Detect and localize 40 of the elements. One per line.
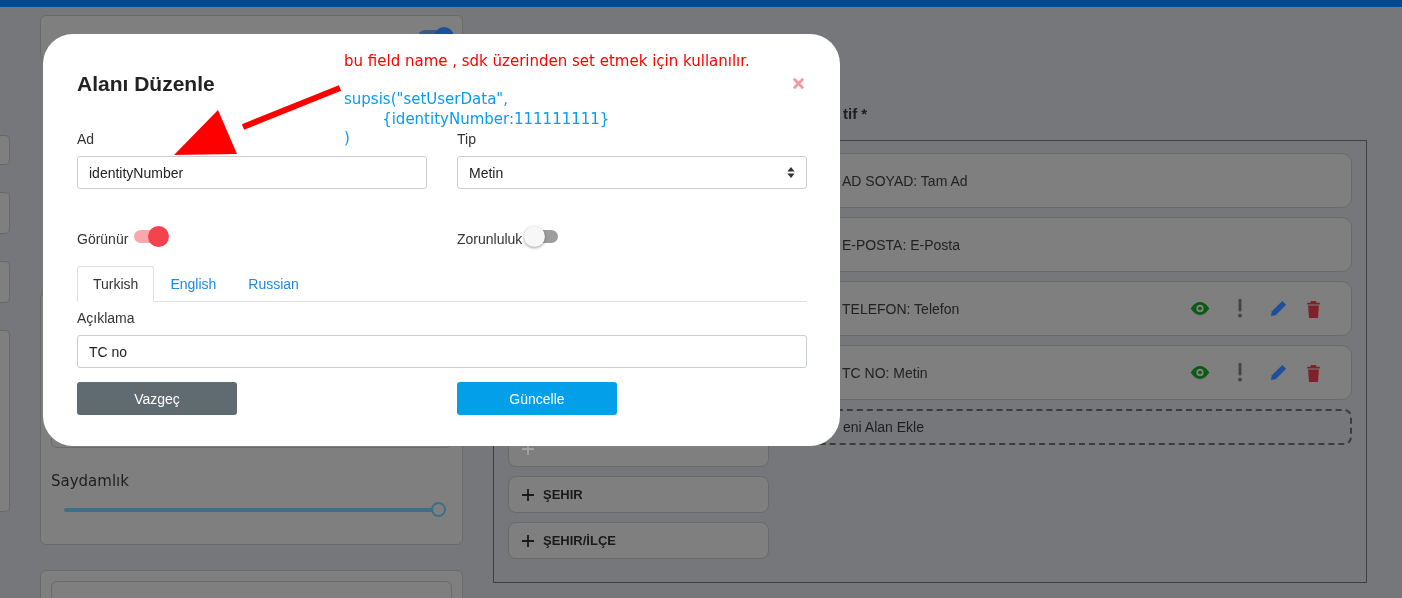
code-line: ) [344, 129, 350, 149]
dialog-title: Alanı Düzenle [77, 72, 215, 97]
language-tab[interactable]: Russian [232, 266, 315, 302]
language-tab[interactable]: English [154, 266, 233, 302]
language-tab[interactable]: Turkish [77, 266, 155, 302]
add-field-button[interactable]: ŞEHIR [508, 476, 770, 513]
field-label: Tip [457, 131, 476, 148]
cancel-button[interactable]: Vazgeç [77, 382, 237, 415]
type-select[interactable]: Metin [457, 156, 807, 189]
description-input[interactable]: TC no [77, 335, 807, 368]
eye-icon[interactable] [1189, 365, 1211, 380]
sort-caret-icon [787, 167, 795, 178]
section-heading: tif * [843, 105, 869, 124]
field-label: AD SOYAD: Tam Ad [842, 172, 968, 189]
add-field-label: eni Alan Ekle [843, 419, 924, 435]
pencil-icon[interactable] [1269, 363, 1288, 382]
annotation-text: bu field name , sdk üzerinden set etmek için kullanılır. [344, 52, 750, 70]
exclamation-icon[interactable] [1237, 299, 1243, 318]
code-line: {identityNumber:111111111} [381, 109, 610, 129]
toggle-label: Görünür [77, 231, 129, 247]
field-label: Ad [77, 131, 95, 148]
add-field-button[interactable]: ŞEHIR/İLÇE [508, 522, 770, 559]
toggle-label: Zorunluluk [457, 231, 523, 247]
plus-icon [521, 533, 535, 548]
update-button[interactable]: Güncelle [457, 382, 617, 415]
pencil-icon[interactable] [1269, 299, 1288, 318]
eye-icon[interactable] [1189, 301, 1211, 316]
plus-icon [521, 487, 535, 502]
close-icon[interactable] [792, 77, 805, 90]
slider-thumb[interactable] [431, 502, 446, 517]
field-label: TELEFON: Telefon [842, 300, 960, 317]
trash-icon[interactable] [1306, 363, 1321, 382]
field-label: Açıklama [77, 310, 135, 327]
trash-icon[interactable] [1306, 299, 1321, 318]
field-label: TC NO: Metin [842, 364, 928, 381]
code-line: supsis("setUserData", [344, 90, 508, 110]
opacity-label: Saydamlık [51, 472, 130, 490]
name-input[interactable]: identityNumber [77, 156, 427, 189]
field-label: E-POSTA: E-Posta [842, 236, 961, 253]
exclamation-icon[interactable] [1237, 363, 1243, 382]
